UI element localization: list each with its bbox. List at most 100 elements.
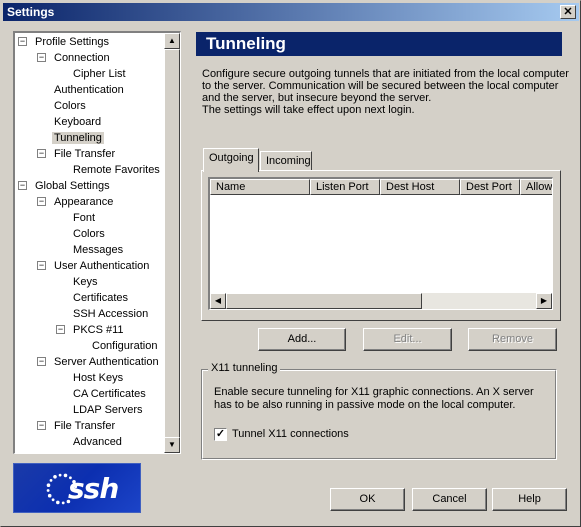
tree-item-host-keys[interactable]: Host Keys <box>71 370 125 386</box>
x11-description: Enable secure tunneling for X11 graphic … <box>214 386 534 412</box>
tree-item-label: Colors <box>54 100 86 112</box>
collapse-icon[interactable]: − <box>18 181 27 190</box>
tree-item-label: Configuration <box>92 340 158 352</box>
collapse-icon[interactable]: − <box>18 37 27 46</box>
tree-item-certificates[interactable]: Certificates <box>71 290 130 306</box>
tree-item-keys[interactable]: Keys <box>71 274 99 290</box>
edit-button[interactable]: Edit... <box>363 328 452 351</box>
logo-dot <box>46 489 50 492</box>
tree-item-advanced[interactable]: Advanced <box>71 434 124 450</box>
tree-item-user-authentication[interactable]: − User Authentication <box>37 258 151 274</box>
tree-item-ssh-accession[interactable]: SSH Accession <box>71 306 150 322</box>
panel-description: Configure secure outgoing tunnels that a… <box>202 68 572 116</box>
scroll-left-icon[interactable]: ◀ <box>210 293 226 309</box>
logo-dot <box>47 493 52 498</box>
collapse-icon[interactable]: − <box>37 149 46 158</box>
tree-item-label: Advanced <box>73 436 122 448</box>
column-header-dest-host[interactable]: Dest Host <box>380 179 460 195</box>
tab-panel-outgoing: Name Listen Port Dest Host Dest Port All… <box>201 170 561 321</box>
tree-item-font[interactable]: Font <box>71 210 97 226</box>
tree-item-label: Global Settings <box>35 180 110 192</box>
tree-item-cipher-list[interactable]: Cipher List <box>71 66 128 82</box>
column-header-dest-port[interactable]: Dest Port <box>460 179 520 195</box>
column-header-listen-port[interactable]: Listen Port <box>310 179 380 195</box>
scroll-down-icon[interactable]: ▼ <box>164 437 180 453</box>
tree-item-label: Appearance <box>54 196 114 208</box>
list-horizontal-scrollbar[interactable]: ◀ ▶ <box>210 293 552 309</box>
hscroll-thumb[interactable] <box>226 293 422 309</box>
tree-item-connection[interactable]: − Connection <box>37 50 112 66</box>
tree-item-label: SSH Accession <box>73 308 149 320</box>
add-button[interactable]: Add... <box>258 328 346 351</box>
tree-item-label: Cipher List <box>73 68 126 80</box>
collapse-icon[interactable]: − <box>37 357 46 366</box>
title-bar: Settings ✕ <box>3 3 579 21</box>
tree-item-label: Colors <box>73 228 105 240</box>
tree-item-label: CA Certificates <box>73 388 146 400</box>
tree-item-label: Font <box>73 212 96 224</box>
scroll-up-icon[interactable]: ▲ <box>164 33 180 49</box>
tree-item-file-transfer[interactable]: − File Transfer <box>37 418 117 434</box>
collapse-icon[interactable]: − <box>37 261 46 270</box>
logo-dot <box>51 498 55 502</box>
ok-button[interactable]: OK <box>330 488 405 511</box>
column-header-allow[interactable]: Allow <box>520 179 552 195</box>
scroll-thumb[interactable] <box>164 49 180 438</box>
collapse-icon[interactable]: − <box>37 421 46 430</box>
logo-dot <box>53 475 57 479</box>
tree-item-label: Connection <box>54 52 110 64</box>
logo-dot <box>61 501 65 505</box>
tree-item-label: PKCS #11 <box>73 324 124 336</box>
tree-item-label: Authentication <box>54 84 124 96</box>
tree-item-label: Messages <box>73 244 124 256</box>
collapse-icon[interactable]: − <box>37 53 46 62</box>
tunnel-x11-label[interactable]: Tunnel X11 connections <box>232 428 349 440</box>
logo-dot <box>46 483 51 487</box>
settings-tree[interactable]: − Profile Settings − Connection Cipher List A… <box>13 31 181 454</box>
collapse-icon[interactable]: − <box>37 197 46 206</box>
tree-item-label: Profile Settings <box>35 36 109 48</box>
tree-item-authentication[interactable]: Authentication <box>52 82 126 98</box>
tunnel-tabs: Outgoing Incoming Name Listen Port Dest … <box>201 148 561 321</box>
tree-item-colors[interactable]: Colors <box>71 226 107 242</box>
close-icon[interactable]: ✕ <box>560 5 576 19</box>
tree-item-label: Keys <box>73 276 98 288</box>
tree-item-messages[interactable]: Messages <box>71 242 125 258</box>
description-line: to the server. Communication will be sec… <box>202 80 559 92</box>
tab-incoming[interactable]: Incoming <box>260 151 312 171</box>
tree-item-ldap-servers[interactable]: LDAP Servers <box>71 402 145 418</box>
tree-item-ca-certificates[interactable]: CA Certificates <box>71 386 148 402</box>
tree-item-configuration[interactable]: Configuration <box>90 338 159 354</box>
collapse-icon[interactable]: − <box>56 325 65 334</box>
tree-item-global-settings[interactable]: − Global Settings <box>18 178 112 194</box>
tree-item-label: Certificates <box>73 292 129 304</box>
description-line: The settings will take effect upon next … <box>202 104 415 116</box>
help-button[interactable]: Help <box>492 488 567 511</box>
tunnel-x11-checkbox[interactable]: ✓ <box>214 428 227 441</box>
logo-dot <box>56 500 60 505</box>
tree-item-remote-favorites[interactable]: Remote Favorites <box>71 162 162 178</box>
tree-item-pkcs-11[interactable]: − PKCS #11 <box>56 322 126 338</box>
scroll-right-icon[interactable]: ▶ <box>536 293 552 309</box>
tree-item-label: File Transfer <box>54 420 116 432</box>
tree-scrollbar[interactable]: ▲ ▼ <box>164 33 180 453</box>
tree-item-keyboard[interactable]: Keyboard <box>52 114 103 130</box>
tab-outgoing[interactable]: Outgoing <box>203 148 259 172</box>
tree-item-label: Server Authentication <box>54 356 159 368</box>
tree-item-file-transfer[interactable]: − File Transfer <box>37 146 117 162</box>
x11-description-line: Enable secure tunneling for X11 graphic … <box>214 386 534 398</box>
remove-button[interactable]: Remove <box>468 328 557 351</box>
logo-text: ssh <box>68 472 119 505</box>
tree-item-tunneling[interactable]: Tunneling <box>52 130 104 146</box>
tree-item-appearance[interactable]: − Appearance <box>37 194 115 210</box>
cancel-button[interactable]: Cancel <box>412 488 487 511</box>
tree-item-colors[interactable]: Colors <box>52 98 88 114</box>
column-header-name[interactable]: Name <box>210 179 310 195</box>
tunnel-list[interactable]: Name Listen Port Dest Host Dest Port All… <box>208 177 553 310</box>
tree-item-server-authentication[interactable]: − Server Authentication <box>37 354 161 370</box>
logo-dot <box>49 479 53 482</box>
tree-item-profile-settings[interactable]: − Profile Settings <box>18 34 111 50</box>
x11-description-line: has to be also running in passive mode o… <box>214 399 516 411</box>
tree-item-label: Host Keys <box>73 372 124 384</box>
ssh-logo: ssh <box>13 463 141 513</box>
